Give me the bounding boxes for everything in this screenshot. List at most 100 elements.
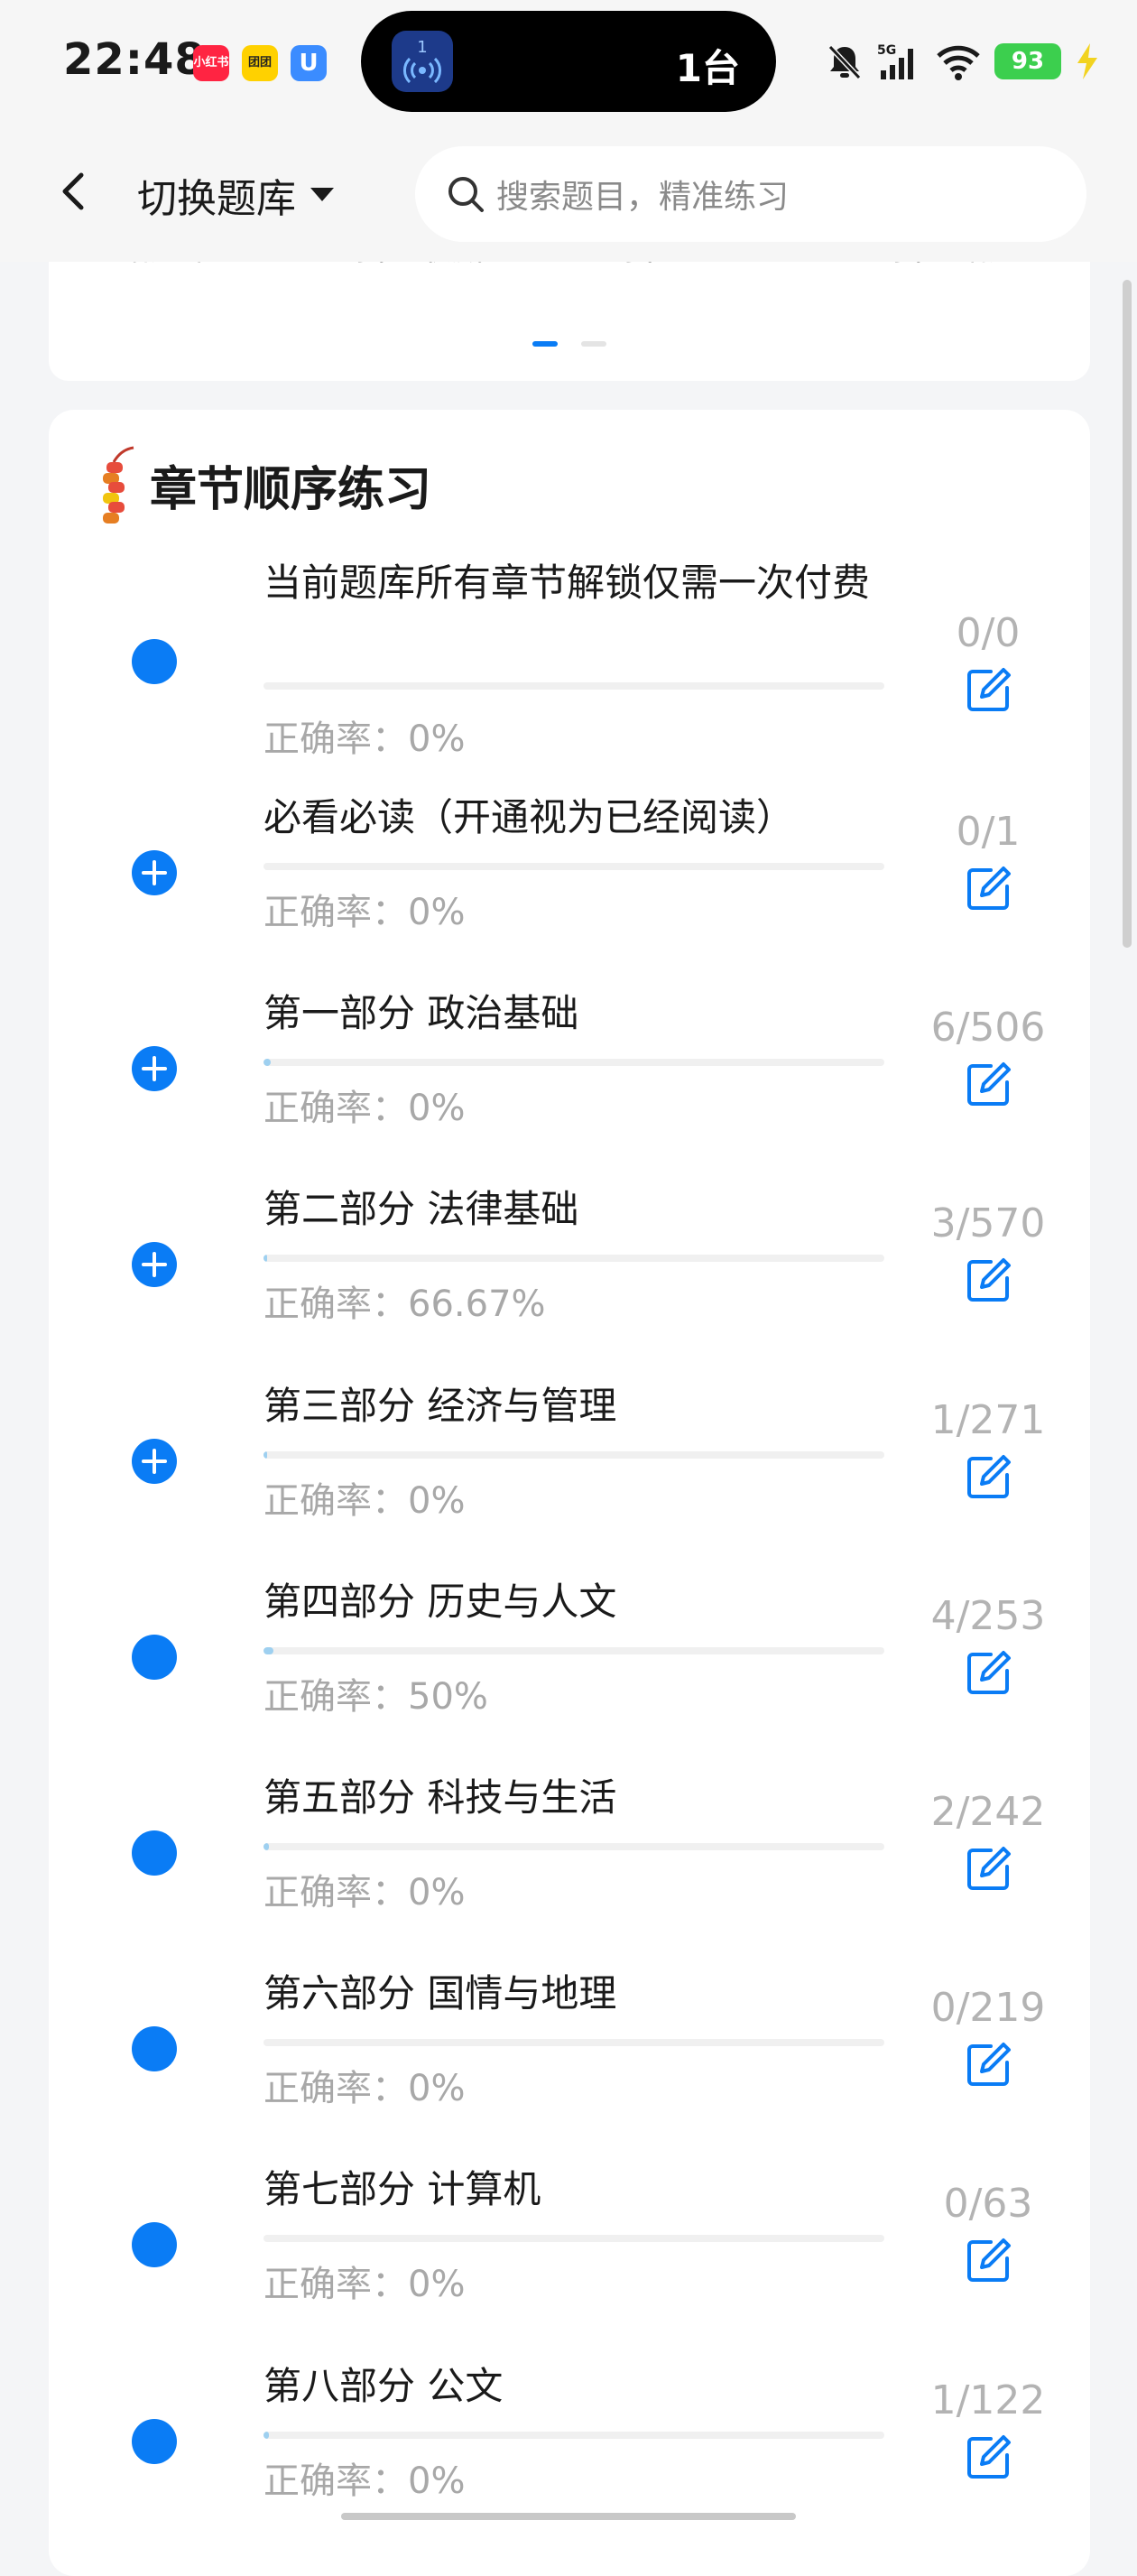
edit-practice-icon[interactable]: [964, 1647, 1014, 1698]
caret-down-icon: [310, 188, 334, 201]
edit-practice-icon[interactable]: [964, 1255, 1014, 1305]
search-input[interactable]: 搜索题目，精准练习: [415, 146, 1086, 242]
status-time: 22:48: [63, 34, 206, 85]
chapter-count: 0/63: [943, 2181, 1033, 2227]
chapter-accuracy: 正确率：0%: [263, 2255, 465, 2307]
chapter-accuracy: 正确率：0%: [263, 1863, 465, 1915]
accuracy-value: 0%: [408, 892, 466, 933]
chapter-title[interactable]: 必看必读（开通视为已经阅读）: [263, 794, 895, 841]
chapter-count: 1/271: [930, 1397, 1046, 1443]
chapter-progress-bar: [263, 1647, 884, 1654]
firecracker-icon: [103, 446, 134, 524]
switch-bank-button[interactable]: 切换题库: [137, 166, 336, 224]
chapter-dot-icon: [132, 2026, 177, 2071]
accuracy-label: 正确率：: [263, 892, 408, 933]
chapter-title[interactable]: 第七部分 计算机: [263, 2166, 895, 2213]
accuracy-label: 正确率：: [263, 1283, 408, 1325]
chapter-title[interactable]: 第六部分 国情与地理: [263, 1970, 895, 2017]
search-icon: [448, 177, 484, 212]
accuracy-label: 正确率：: [263, 1676, 408, 1718]
accuracy-value: 0%: [408, 1872, 466, 1913]
chapter-count: 1/122: [930, 2377, 1046, 2423]
accuracy-label: 正确率：: [263, 1088, 408, 1129]
accuracy-value: 0%: [408, 2264, 466, 2305]
page-indicator-inactive: [581, 341, 606, 347]
chapter-count: 0/0: [956, 610, 1021, 656]
chapter-progress-bar: [263, 2039, 884, 2046]
chapter-progress-fill: [263, 1059, 272, 1066]
chapter-title[interactable]: 第三部分 经济与管理: [263, 1383, 895, 1430]
edit-practice-icon[interactable]: [964, 2039, 1014, 2090]
chapter-progress-bar: [263, 1059, 884, 1066]
chapter-progress-fill: [263, 1451, 268, 1459]
chapter-dot-icon: [132, 2419, 177, 2464]
chapter-progress-fill: [263, 1255, 268, 1262]
edit-practice-icon[interactable]: [964, 1451, 1014, 1502]
signal-icon: 5G: [877, 43, 913, 79]
switch-bank-label: 切换题库: [137, 176, 296, 222]
accuracy-value: 0%: [408, 1480, 466, 1522]
expand-chapter-button[interactable]: [132, 1439, 177, 1484]
chapters-card: [49, 410, 1090, 2576]
chapter-count: 0/219: [930, 1985, 1046, 2031]
edit-practice-icon[interactable]: [964, 2235, 1014, 2285]
chapter-accuracy: 正确率：0%: [263, 709, 465, 762]
edit-practice-icon[interactable]: [964, 664, 1014, 715]
chapter-progress-bar: [263, 2235, 884, 2242]
chapter-progress-bar: [263, 1843, 884, 1850]
chapter-title[interactable]: 第五部分 科技与生活: [263, 1774, 895, 1821]
bell-muted-icon: [827, 44, 862, 80]
expand-chapter-button[interactable]: [132, 1242, 177, 1287]
chapter-count: 0/1: [956, 809, 1021, 855]
accuracy-label: 正确率：: [263, 2460, 408, 2502]
chapter-progress-bar: [263, 2432, 884, 2439]
battery-icon: 93: [994, 43, 1061, 79]
page-indicator-active: [532, 341, 558, 347]
accuracy-value: 50%: [408, 1676, 488, 1718]
section-title: 章节顺序练习: [150, 463, 432, 517]
u-app-icon: U: [291, 45, 327, 81]
status-icons: 5G 93: [825, 36, 1101, 87]
accuracy-value: 0%: [408, 2460, 466, 2502]
chapter-progress-bar: [263, 863, 884, 870]
accuracy-label: 正确率：: [263, 1872, 408, 1913]
chapter-count: 6/506: [930, 1005, 1046, 1051]
accuracy-value: 0%: [408, 718, 466, 760]
edit-practice-icon[interactable]: [964, 1059, 1014, 1109]
edit-practice-icon[interactable]: [964, 863, 1014, 913]
home-indicator: [341, 2513, 796, 2520]
chapter-dot-icon: [132, 2222, 177, 2267]
chapter-accuracy: 正确率：0%: [263, 1471, 465, 1524]
chapter-accuracy: 正确率：0%: [263, 2451, 465, 2504]
chapter-dot-icon: [132, 1635, 177, 1680]
chapter-progress-fill: [263, 1843, 269, 1850]
chapter-title[interactable]: 当前题库所有章节解锁仅需一次付费: [263, 560, 895, 607]
edit-practice-icon[interactable]: [964, 2432, 1014, 2482]
meituan-app-icon: 团团: [242, 45, 278, 81]
chapter-dot-icon: [132, 639, 177, 684]
accuracy-label: 正确率：: [263, 2264, 408, 2305]
dynamic-island[interactable]: 1 1台: [361, 11, 776, 112]
edit-practice-icon[interactable]: [964, 1843, 1014, 1894]
chapter-dot-icon: [132, 1830, 177, 1876]
chevron-left-icon: [62, 172, 84, 210]
chapter-count: 3/570: [930, 1200, 1046, 1246]
chapter-title[interactable]: 第四部分 历史与人文: [263, 1579, 895, 1626]
network-label: 5G: [877, 43, 896, 58]
chapter-title[interactable]: 第一部分 政治基础: [263, 990, 895, 1037]
chapter-title[interactable]: 第八部分 公文: [263, 2363, 895, 2410]
chapter-title[interactable]: 第二部分 法律基础: [263, 1186, 895, 1233]
chapter-progress-bar: [263, 1255, 884, 1262]
chapter-progress-fill: [263, 2432, 269, 2439]
chapter-progress-fill: [263, 1647, 273, 1654]
status-bar: 22:48 小红书 团团 U 1 1台 5G 93: [0, 0, 1137, 126]
accuracy-value: 66.67%: [408, 1283, 546, 1325]
accuracy-label: 正确率：: [263, 2068, 408, 2109]
back-button[interactable]: [47, 164, 101, 218]
chapter-progress-bar: [263, 1451, 884, 1459]
expand-chapter-button[interactable]: [132, 850, 177, 895]
accuracy-label: 正确率：: [263, 1480, 408, 1522]
scrollbar[interactable]: [1123, 280, 1132, 948]
chapter-accuracy: 正确率：50%: [263, 1667, 488, 1719]
expand-chapter-button[interactable]: [132, 1046, 177, 1091]
